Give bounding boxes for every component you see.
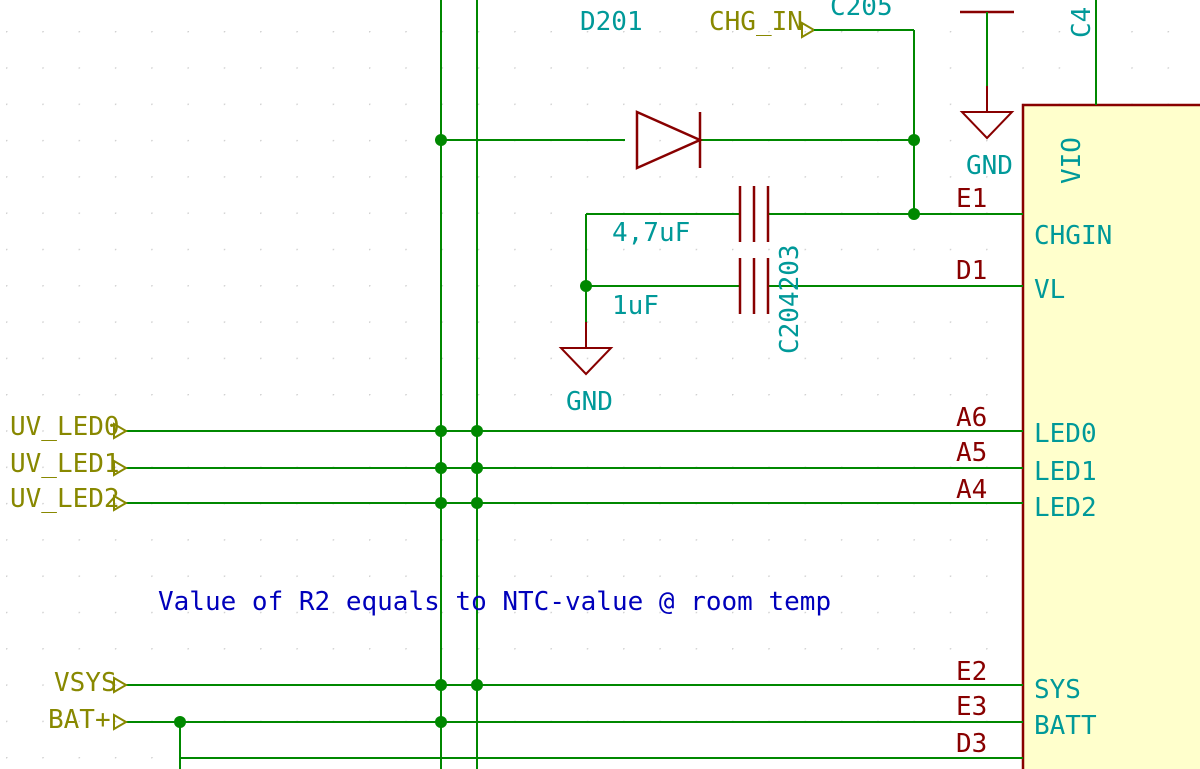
ic-led1: LED1: [1034, 457, 1097, 487]
pin-d1: D1: [956, 256, 987, 286]
pin-e1: E1: [956, 184, 987, 214]
net-uv-led1: UV_LED1: [10, 449, 120, 479]
pin-d3: D3: [956, 729, 987, 759]
net-vsys: VSYS: [54, 668, 117, 698]
pin-e2: E2: [956, 657, 987, 687]
pwr-gnd-caps: GND: [566, 387, 613, 417]
pin-a4: A4: [956, 475, 987, 505]
ic-led0: LED0: [1034, 419, 1097, 449]
ic-led2: LED2: [1034, 493, 1097, 523]
pin-e3: E3: [956, 692, 987, 722]
ref-c204203: C204203: [775, 244, 805, 354]
grid-dots: [0, 0, 1200, 769]
net-batp: BAT+: [48, 705, 111, 735]
ref-c205: C205: [830, 0, 893, 22]
net-uv-led2: UV_LED2: [10, 484, 120, 514]
val-c-top: 4,7uF: [612, 218, 690, 248]
pin-a5: A5: [956, 438, 987, 468]
ref-c4: C4: [1067, 7, 1097, 38]
ic-sys: SYS: [1034, 675, 1081, 705]
val-c-bot: 1uF: [612, 291, 659, 321]
pin-a6: A6: [956, 403, 987, 433]
net-chg-in: CHG_IN: [709, 7, 803, 37]
ic-vl: VL: [1034, 275, 1065, 305]
ic-chgin: CHGIN: [1034, 221, 1112, 251]
ic-vio: VIO: [1057, 137, 1087, 184]
schematic-note: Value of R2 equals to NTC-value @ room t…: [158, 587, 831, 617]
net-uv-led0: UV_LED0: [10, 412, 120, 442]
ref-d201: D201: [580, 7, 643, 37]
ic-batt: BATT: [1034, 711, 1097, 741]
pwr-gnd-c205: GND: [966, 151, 1013, 181]
